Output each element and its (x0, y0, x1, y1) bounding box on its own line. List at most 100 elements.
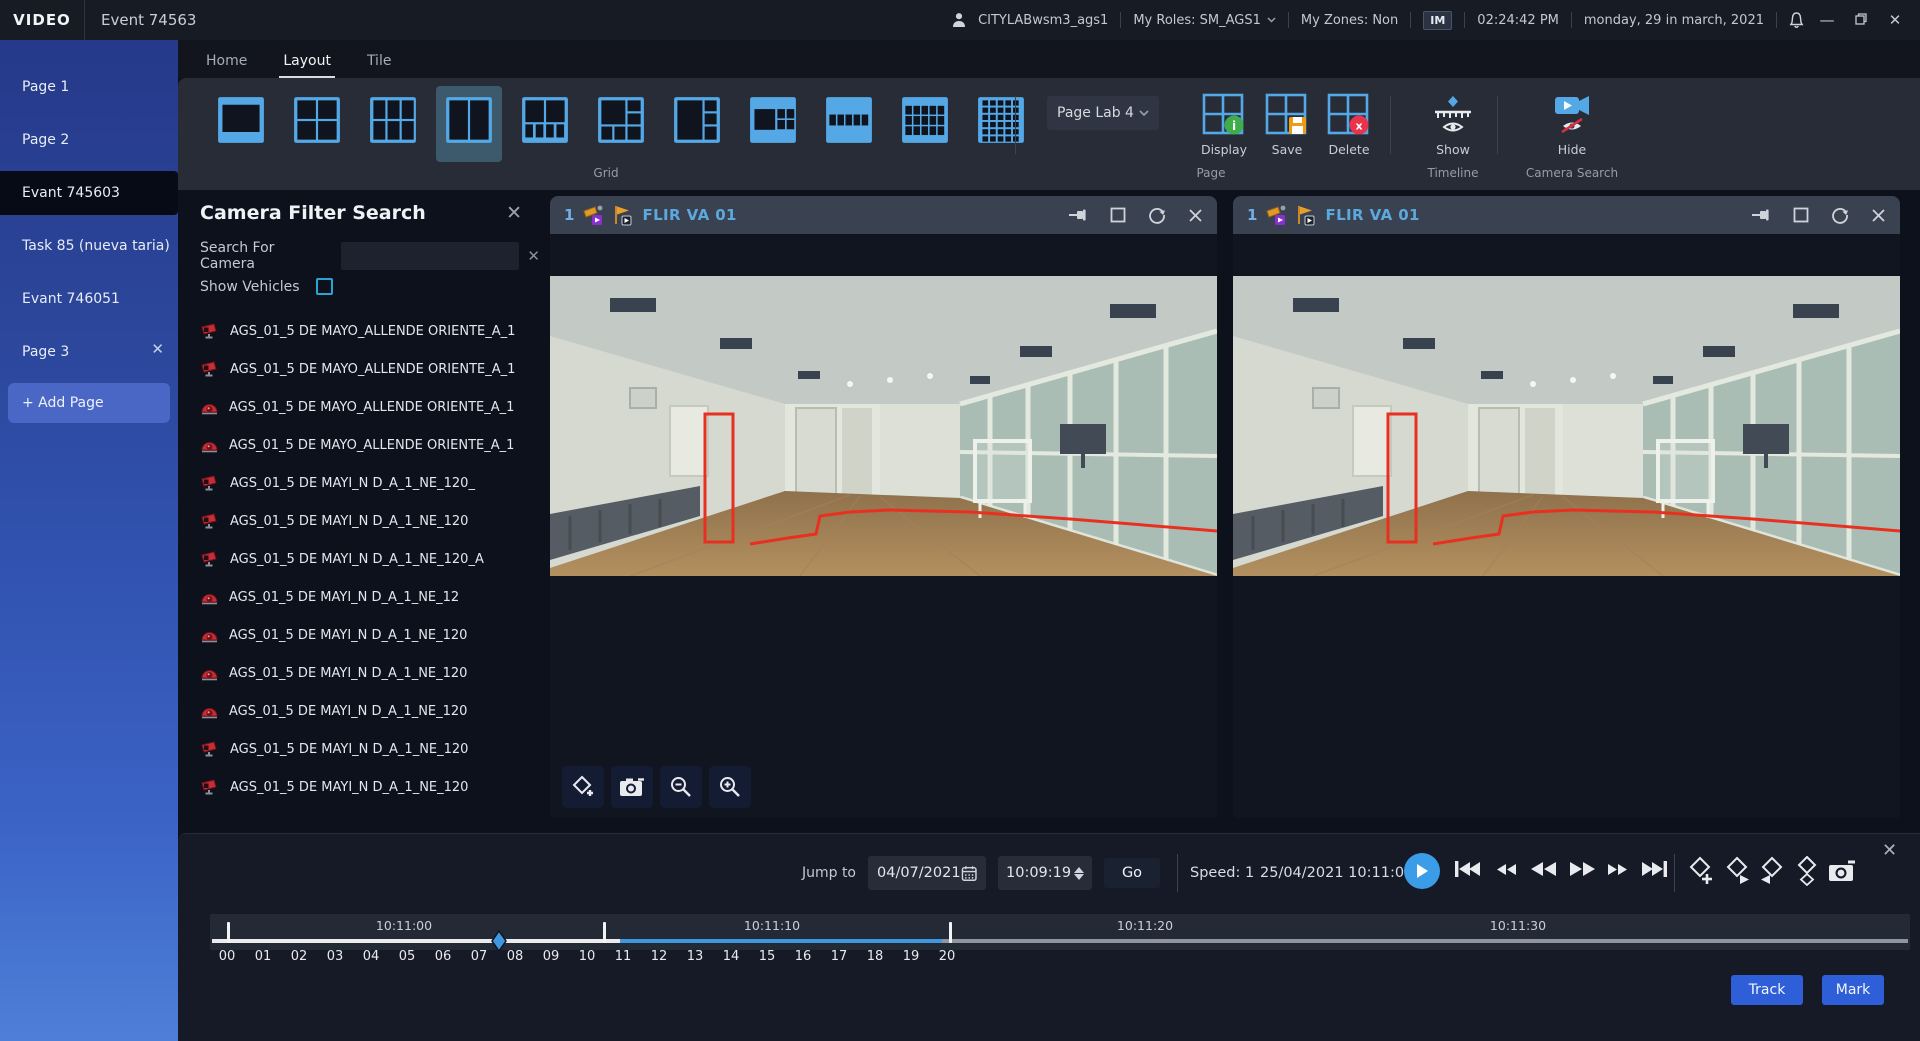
sidebar-item[interactable]: Evant 746051 (0, 277, 178, 321)
restore-button[interactable] (1850, 11, 1872, 29)
go-button[interactable]: Go (1104, 858, 1160, 888)
camera-list-item[interactable]: AGS_01_5 DE MAYO_ALLENDE ORIENTE_A_1 (178, 350, 540, 388)
add-marker-button[interactable] (562, 766, 604, 808)
camera-list-item[interactable]: AGS_01_5 DE MAYO_ALLENDE ORIENTE_A_1 (178, 312, 540, 350)
layout-single-icon[interactable] (208, 86, 274, 162)
next-bookmark-icon[interactable] (1725, 856, 1751, 890)
jump-date-input[interactable]: 04/07/2021 (868, 856, 986, 890)
camera-list-item[interactable]: AGS_01_5 DE MAYI_N D_A_1_NE_120 (178, 768, 540, 806)
camera-list-item[interactable]: AGS_01_5 DE MAYI_N D_A_1_NE_120_A (178, 540, 540, 578)
previous-bookmark-icon[interactable] (1759, 856, 1785, 890)
skip-start-button[interactable] (1454, 860, 1482, 878)
roles-menu[interactable]: My Roles: SM_AGS1 (1133, 13, 1276, 28)
maximize-tile-icon[interactable] (1793, 207, 1809, 223)
tab-home[interactable]: Home (206, 53, 247, 78)
camera-list-item[interactable]: AGS_01_5 DE MAYO_ALLENDE ORIENTE_A_1 (178, 426, 540, 464)
layout-1-plus-3-icon[interactable] (664, 86, 730, 162)
timeline-ruler[interactable]: 10:11:00 10:11:10 10:11:20 10:11:30 (210, 914, 1910, 950)
pin-tile-icon[interactable] (1068, 208, 1088, 222)
jump-time-input[interactable]: 10:09:19 (998, 856, 1092, 890)
fast-forward-button[interactable] (1568, 860, 1596, 878)
page-display-button[interactable]: i (1201, 92, 1247, 138)
close-button[interactable]: ✕ (1884, 11, 1906, 29)
close-timeline-icon[interactable]: ✕ (1882, 840, 1897, 861)
timeline-track-selection[interactable] (620, 939, 942, 943)
layout-2x2-icon[interactable] (284, 86, 350, 162)
sidebar-item[interactable]: Task 85 (nueva taria) (0, 224, 178, 268)
range-marker[interactable] (603, 922, 606, 943)
second-label: 07 (461, 949, 497, 964)
bookmark-list-icon[interactable] (1794, 856, 1820, 890)
tab-layout[interactable]: Layout (283, 53, 331, 78)
timeline-track-past[interactable] (212, 939, 620, 943)
camera-name: AGS_01_5 DE MAYI_N D_A_1_NE_120 (229, 666, 467, 681)
zoom-out-button[interactable] (660, 766, 702, 808)
sidebar-item[interactable]: Page 1 (0, 65, 178, 109)
page-save-button[interactable] (1264, 92, 1310, 138)
close-tile-icon[interactable] (1188, 208, 1203, 223)
layout-5x6-icon[interactable] (968, 86, 1034, 162)
camera-list-item[interactable]: AGS_01_5 DE MAYI_N D_A_1_NE_120_ (178, 464, 540, 502)
page-delete-button[interactable]: x (1326, 92, 1372, 138)
track-button[interactable]: Track (1731, 975, 1803, 1005)
rewind-small-button[interactable] (1496, 863, 1518, 876)
video-frame[interactable] (550, 276, 1217, 576)
clear-search-icon[interactable]: ✕ (527, 247, 540, 265)
minimize-button[interactable]: — (1816, 11, 1838, 29)
layout-2-plus-4-icon[interactable] (512, 86, 578, 162)
layout-1-plus-5-icon[interactable] (588, 86, 654, 162)
camera-search-input[interactable] (341, 242, 519, 270)
add-page-button[interactable]: + Add Page (8, 383, 170, 423)
layout-strip-icon[interactable] (816, 86, 882, 162)
tile-index: 1 (1247, 206, 1257, 224)
timeline-seconds[interactable]: 0001020304050607080910111213141516171819… (210, 949, 1910, 969)
refresh-tile-icon[interactable] (1148, 206, 1166, 224)
notifications-bell-icon[interactable] (1789, 12, 1804, 29)
time-stepper[interactable] (1074, 867, 1084, 880)
camera-search-hide-button[interactable] (1549, 92, 1595, 138)
camera-list-item[interactable]: AGS_01_5 DE MAYI_N D_A_1_NE_120 (178, 692, 540, 730)
range-marker[interactable] (227, 922, 230, 943)
skip-end-button[interactable] (1640, 860, 1668, 878)
layout-4x4-icon[interactable] (892, 86, 958, 162)
timeline-show-button[interactable] (1430, 92, 1476, 138)
mark-button[interactable]: Mark (1822, 975, 1884, 1005)
add-bookmark-icon[interactable] (1688, 856, 1714, 890)
camera-list-item[interactable]: AGS_01_5 DE MAYI_N D_A_1_NE_120 (178, 654, 540, 692)
camera-list-item[interactable]: AGS_01_5 DE MAYI_N D_A_1_NE_120 (178, 616, 540, 654)
tile-header[interactable]: 1 FLIR VA 01 (1233, 196, 1900, 234)
camera-list-item[interactable]: AGS_01_5 DE MAYI_N D_A_1_NE_120 (178, 502, 540, 540)
timeline-track-future[interactable] (942, 939, 1908, 943)
sidebar-item[interactable]: Page 3✕ (0, 330, 178, 374)
camera-list-item[interactable]: AGS_01_5 DE MAYI_N D_A_1_NE_12 (178, 578, 540, 616)
layout-two-vertical-icon[interactable] (436, 86, 502, 162)
snapshot-button[interactable] (611, 766, 653, 808)
tile-header[interactable]: 1 FLIR VA 01 (550, 196, 1217, 234)
rewind-button[interactable] (1530, 860, 1558, 878)
camera-name: AGS_01_5 DE MAYI_N D_A_1_NE_12 (229, 590, 459, 605)
close-panel-icon[interactable]: ✕ (506, 202, 522, 224)
maximize-tile-icon[interactable] (1110, 207, 1126, 223)
close-page-icon[interactable]: ✕ (151, 340, 164, 358)
close-tile-icon[interactable] (1871, 208, 1886, 223)
video-frame[interactable] (1233, 276, 1900, 576)
dome-camera-icon (200, 590, 219, 605)
range-marker[interactable] (949, 922, 952, 943)
fast-forward-small-button[interactable] (1606, 863, 1628, 876)
play-button[interactable] (1404, 853, 1440, 889)
calendar-icon (961, 865, 977, 882)
page-select[interactable]: Page Lab 4 (1047, 96, 1159, 130)
camera-list-item[interactable]: AGS_01_5 DE MAYO_ALLENDE ORIENTE_A_1 (178, 388, 540, 426)
tab-tile[interactable]: Tile (367, 53, 392, 78)
group-label-timeline: Timeline (1393, 166, 1513, 180)
sidebar-item[interactable]: Evant 745603 (0, 171, 178, 215)
layout-picture-in-grid-icon[interactable] (740, 86, 806, 162)
pin-tile-icon[interactable] (1751, 208, 1771, 222)
zoom-in-button[interactable] (709, 766, 751, 808)
refresh-tile-icon[interactable] (1831, 206, 1849, 224)
camera-list-item[interactable]: AGS_01_5 DE MAYI_N D_A_1_NE_120 (178, 730, 540, 768)
sidebar-item[interactable]: Page 2 (0, 118, 178, 162)
snapshot-icon[interactable] (1828, 860, 1856, 886)
show-vehicles-checkbox[interactable] (316, 278, 333, 295)
layout-3x2-icon[interactable] (360, 86, 426, 162)
